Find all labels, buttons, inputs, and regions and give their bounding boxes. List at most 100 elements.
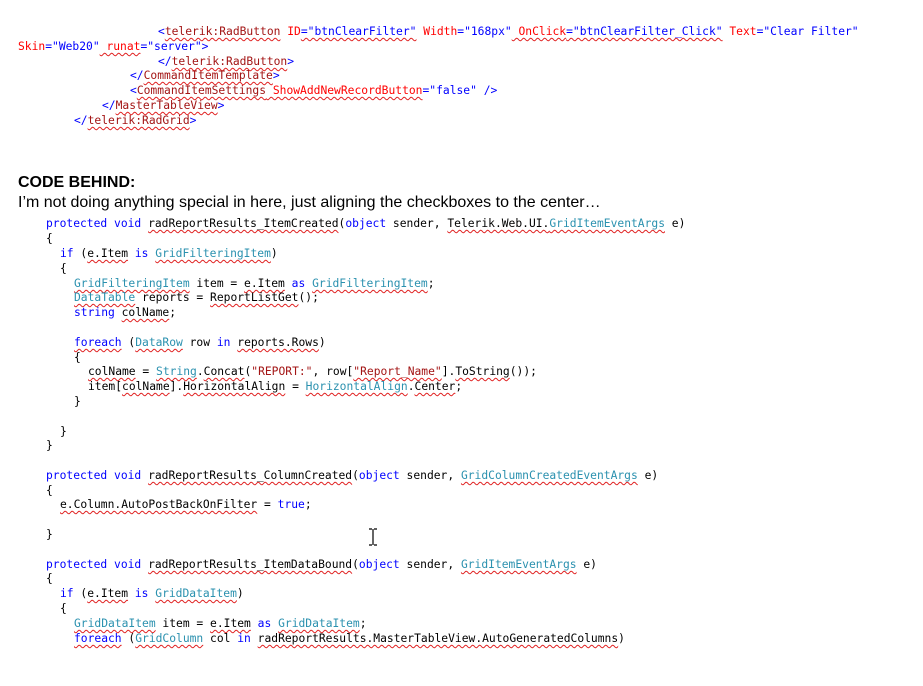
variable: colName	[121, 306, 170, 319]
code-line-1: protected void radReportResults_ItemCrea…	[46, 216, 685, 231]
punct: )	[270, 247, 278, 260]
markup-tag: telerik:RadButton	[164, 25, 281, 38]
method-name: radReportResults_ItemDataBound	[148, 558, 353, 571]
type-name: GridFilteringItem	[74, 277, 190, 290]
keyword: is	[134, 587, 149, 600]
type-name: GridDataItem	[74, 617, 156, 630]
punct: e)	[576, 558, 597, 571]
punct: ;	[359, 617, 367, 630]
code-line-14: }	[46, 438, 53, 453]
keyword: protected	[46, 469, 108, 482]
markup-line-2: Skin="Web20" runat="server">	[18, 39, 208, 54]
brace: {	[46, 232, 53, 245]
keyword: in	[216, 336, 231, 349]
markup-value: ="btnClearFilter"	[300, 25, 417, 38]
punct: reports =	[135, 291, 211, 304]
code-line-9: {	[74, 350, 81, 365]
punct: ].	[441, 365, 456, 378]
string-literal: "REPORT:"	[251, 365, 313, 378]
punct: (	[121, 336, 136, 349]
code-line-12: }	[74, 394, 81, 409]
markup-value: ="168px"	[457, 25, 512, 38]
namespace: Telerik.Web.UI.	[447, 217, 550, 230]
markup-tag: telerik:RadGrid	[87, 114, 190, 127]
section-description: I’m not doing anything special in here, …	[18, 194, 601, 211]
code-line-2: {	[46, 231, 53, 246]
keyword: string	[74, 306, 115, 319]
markup-bracket: >	[189, 114, 197, 127]
markup-line-5: <CommandItemSettings ShowAddNewRecordBut…	[130, 83, 497, 98]
markup-value: ="false"	[422, 84, 477, 97]
code-line-15: protected void radReportResults_ColumnCr…	[46, 468, 658, 483]
keyword: if	[60, 587, 74, 600]
markup-bracket: >	[287, 55, 295, 68]
markup-value: ="server"	[140, 40, 202, 53]
type-name: HorizontalAlign	[305, 380, 408, 393]
brace: {	[60, 262, 67, 275]
code-line-8: foreach (DataRow row in reports.Rows)	[74, 335, 326, 350]
markup-line-1: <telerik:RadButton ID="btnClearFilter" W…	[158, 24, 859, 39]
punct: ();	[298, 291, 319, 304]
markup-bracket: >	[201, 40, 209, 53]
punct: ;	[455, 380, 463, 393]
code-line-10: colName = String.Concat("REPORT:", row["…	[88, 364, 537, 379]
punct: .	[407, 380, 415, 393]
type-name: DataTable	[74, 291, 136, 304]
section-heading: CODE BEHIND:	[18, 174, 136, 191]
markup-attr: Text	[722, 25, 757, 38]
code-line-5: GridFilteringItem item = e.Item as GridF…	[74, 276, 435, 291]
keyword: true	[277, 498, 305, 511]
markup-bracket: </	[158, 55, 172, 68]
property-name: e.Column.AutoPostBackOnFilter	[60, 498, 258, 511]
markup-attr: Skin	[18, 40, 46, 53]
punct: ;	[169, 306, 177, 319]
type-name: GridItemEventArgs	[460, 558, 577, 571]
markup-line-6: </MasterTableView>	[102, 98, 224, 113]
punct: ;	[427, 277, 435, 290]
variable: e.Item	[244, 277, 285, 290]
markup-tag: CommandItemTemplate	[143, 69, 273, 82]
punct: sender,	[399, 469, 461, 482]
markup-value: ="Web20"	[45, 40, 100, 53]
brace: {	[46, 572, 53, 585]
code-line-11: item[colName].HorizontalAlign = Horizont…	[88, 379, 462, 394]
brace: }	[46, 439, 53, 452]
punct: ());	[509, 365, 537, 378]
punct: sender,	[399, 558, 461, 571]
type-name: GridFilteringItem	[155, 247, 271, 260]
markup-line-4: </CommandItemTemplate>	[130, 68, 280, 83]
brace: {	[46, 484, 53, 497]
code-line-17: e.Column.AutoPostBackOnFilter = true;	[60, 497, 312, 512]
keyword: protected	[46, 217, 108, 230]
markup-bracket: <	[130, 84, 137, 97]
markup-bracket: >	[217, 99, 225, 112]
variable: e.Item	[210, 617, 251, 630]
punct: =	[135, 365, 157, 378]
enum-member: Center	[414, 380, 456, 393]
code-line-22: {	[60, 601, 67, 616]
type-name: GridColumn	[135, 632, 204, 645]
type-name: GridItemEventArgs	[549, 217, 665, 230]
brace: {	[60, 602, 67, 615]
method-name: radReportResults_ColumnCreated	[148, 469, 353, 482]
brace: {	[74, 351, 81, 364]
code-line-24: foreach (GridColumn col in radReportResu…	[74, 631, 625, 646]
markup-bracket: >	[272, 69, 280, 82]
method-name: ReportListGet	[210, 291, 299, 304]
keyword: foreach	[74, 632, 122, 645]
variable: colName	[88, 365, 136, 378]
punct: (	[121, 632, 136, 645]
markup-line-7: </telerik:RadGrid>	[74, 113, 196, 128]
markup-tag: telerik:RadButton	[171, 55, 288, 68]
keyword: void	[114, 469, 142, 482]
punct: .	[196, 365, 204, 378]
property-name: HorizontalAlign	[183, 380, 286, 393]
punct: ].	[169, 380, 184, 393]
code-line-19: protected void radReportResults_ItemData…	[46, 557, 597, 572]
